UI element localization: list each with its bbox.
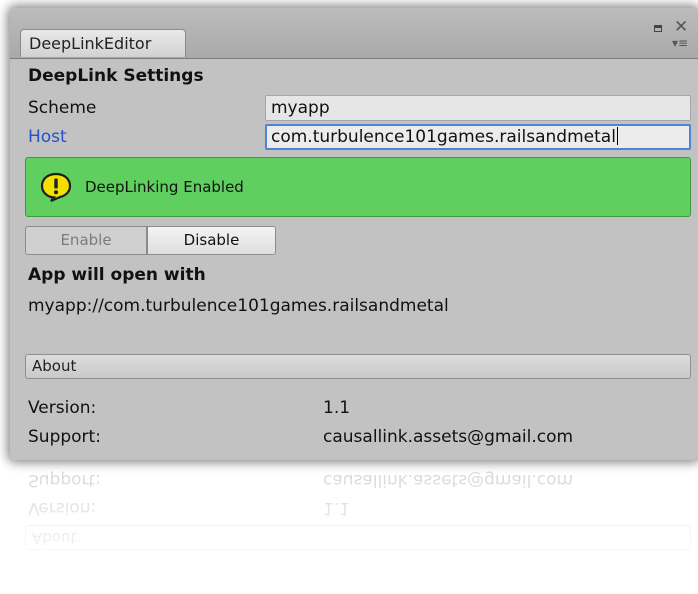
version-label: Version: — [28, 398, 97, 418]
host-input[interactable]: com.turbulence101games.railsandmetal — [265, 124, 691, 150]
reflection-version-label: Version: — [28, 498, 97, 518]
open-with-heading: App will open with — [28, 265, 206, 285]
reflection-version-row: Version: 1.1 — [10, 494, 698, 518]
window-controls: ✕ ▾≡ — [650, 17, 690, 52]
tab-deeplink-editor[interactable]: DeepLinkEditor — [20, 29, 186, 57]
disable-button[interactable]: Disable — [147, 226, 276, 255]
text-caret — [616, 127, 618, 145]
reflection-support-value: causallink.assets@gmail.com — [323, 470, 574, 490]
close-icon[interactable]: ✕ — [674, 17, 688, 37]
settings-heading: DeepLink Settings — [28, 66, 204, 86]
reflection-support-row: Support: causallink.assets@gmail.com — [10, 466, 698, 490]
info-icon — [40, 172, 72, 202]
scheme-input[interactable]: myapp — [265, 95, 691, 121]
scheme-label: Scheme — [28, 98, 97, 118]
window-reflection: Support: causallink.assets@gmail.com Ver… — [10, 462, 698, 592]
enable-button[interactable]: Enable — [25, 226, 147, 255]
context-menu-icon[interactable]: ▾≡ — [672, 36, 688, 50]
host-label: Host — [28, 127, 67, 147]
reflection-about-bar: About — [25, 525, 691, 550]
deeplink-editor-window: DeepLinkEditor ✕ ▾≡ DeepLink Settings Sc… — [10, 8, 698, 460]
support-label: Support: — [28, 427, 101, 447]
reflection-support-label: Support: — [28, 470, 101, 490]
host-input-value: com.turbulence101games.railsandmetal — [271, 127, 616, 147]
reflection-content: Support: causallink.assets@gmail.com Ver… — [10, 462, 698, 592]
title-bar: DeepLinkEditor ✕ ▾≡ — [10, 8, 698, 59]
scheme-input-value: myapp — [271, 98, 330, 118]
maximize-icon[interactable] — [654, 25, 662, 32]
open-with-url: myapp://com.turbulence101games.railsandm… — [28, 296, 449, 316]
status-helpbox: DeepLinking Enabled — [25, 157, 691, 217]
inspector-content: DeepLink Settings Scheme myapp Host com.… — [10, 59, 698, 460]
version-value: 1.1 — [323, 398, 351, 418]
status-message: DeepLinking Enabled — [85, 178, 244, 196]
reflection-version-value: 1.1 — [323, 498, 351, 518]
about-foldout[interactable]: About — [25, 354, 691, 379]
support-value[interactable]: causallink.assets@gmail.com — [323, 427, 573, 447]
